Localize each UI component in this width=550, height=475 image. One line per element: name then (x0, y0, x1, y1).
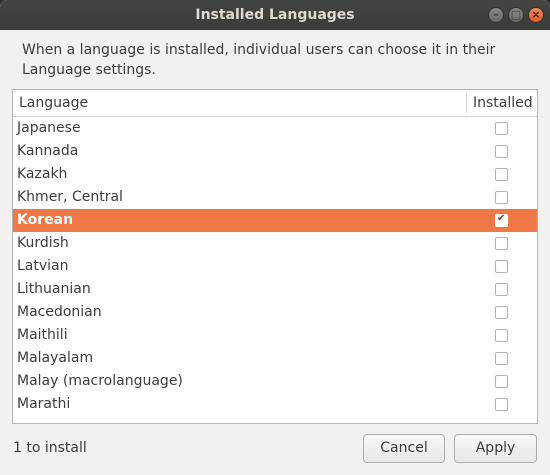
table-row[interactable]: Malay (macrolanguage) (13, 370, 537, 393)
installed-checkbox[interactable] (495, 191, 508, 204)
language-name: Malay (macrolanguage) (17, 373, 183, 389)
table-row[interactable]: Maithili (13, 324, 537, 347)
table-row[interactable]: Korean (13, 209, 537, 232)
column-divider (466, 93, 467, 113)
apply-button[interactable]: Apply (454, 434, 537, 463)
installed-checkbox[interactable] (495, 398, 508, 411)
close-icon: × (531, 8, 541, 21)
table-row[interactable]: Kazakh (13, 163, 537, 186)
status-text: 1 to install (13, 440, 87, 456)
language-name: Khmer, Central (17, 189, 123, 205)
table-row[interactable]: Macedonian (13, 301, 537, 324)
table-row[interactable]: Kurdish (13, 232, 537, 255)
language-name: Kurdish (17, 235, 69, 251)
installed-checkbox[interactable] (495, 306, 508, 319)
maximize-icon: □ (510, 8, 522, 21)
installed-checkbox[interactable] (495, 145, 508, 158)
minimize-button[interactable]: – (488, 7, 504, 23)
minimize-icon: – (493, 8, 499, 21)
table-body: Japanese Kannada Kazakh Khmer, Central Korea… (13, 117, 537, 416)
table-row[interactable]: Lithuanian (13, 278, 537, 301)
installed-checkbox[interactable] (495, 375, 508, 388)
installed-checkbox[interactable] (495, 237, 508, 250)
installed-checkbox[interactable] (495, 352, 508, 365)
installed-checkbox[interactable] (495, 168, 508, 181)
language-name: Maithili (17, 327, 68, 343)
table-row[interactable]: Latvian (13, 255, 537, 278)
languages-table[interactable]: Language Installed Japanese Kannada Kazakh… (12, 89, 538, 424)
titlebar[interactable]: Installed Languages – □ × (0, 0, 550, 30)
language-name: Kazakh (17, 166, 68, 182)
language-name: Lithuanian (17, 281, 91, 297)
installed-languages-dialog: Installed Languages – □ × When a languag… (0, 0, 550, 475)
close-button[interactable]: × (528, 7, 544, 23)
table-row[interactable]: Kannada (13, 140, 537, 163)
table-header: Language Installed (13, 90, 537, 117)
language-name: Korean (17, 212, 74, 228)
table-row[interactable]: Khmer, Central (13, 186, 537, 209)
installed-checkbox[interactable] (495, 213, 508, 227)
language-name: Marathi (17, 396, 71, 412)
language-name: Malayalam (17, 350, 94, 366)
column-header-installed[interactable]: Installed (473, 90, 533, 116)
language-name: Kannada (17, 143, 79, 159)
maximize-button[interactable]: □ (508, 7, 524, 23)
column-header-language[interactable]: Language (19, 90, 88, 116)
description-text: When a language is installed, individual… (22, 42, 496, 78)
language-name: Japanese (17, 120, 81, 136)
installed-checkbox[interactable] (495, 122, 508, 135)
installed-checkbox[interactable] (495, 260, 508, 273)
table-row[interactable]: Marathi (13, 393, 537, 416)
table-row[interactable]: Japanese (13, 117, 537, 140)
language-name: Macedonian (17, 304, 102, 320)
installed-checkbox[interactable] (495, 283, 508, 296)
cancel-button[interactable]: Cancel (363, 434, 445, 463)
window-title: Installed Languages (195, 7, 355, 23)
language-name: Latvian (17, 258, 69, 274)
table-row[interactable]: Malayalam (13, 347, 537, 370)
installed-checkbox[interactable] (495, 329, 508, 342)
